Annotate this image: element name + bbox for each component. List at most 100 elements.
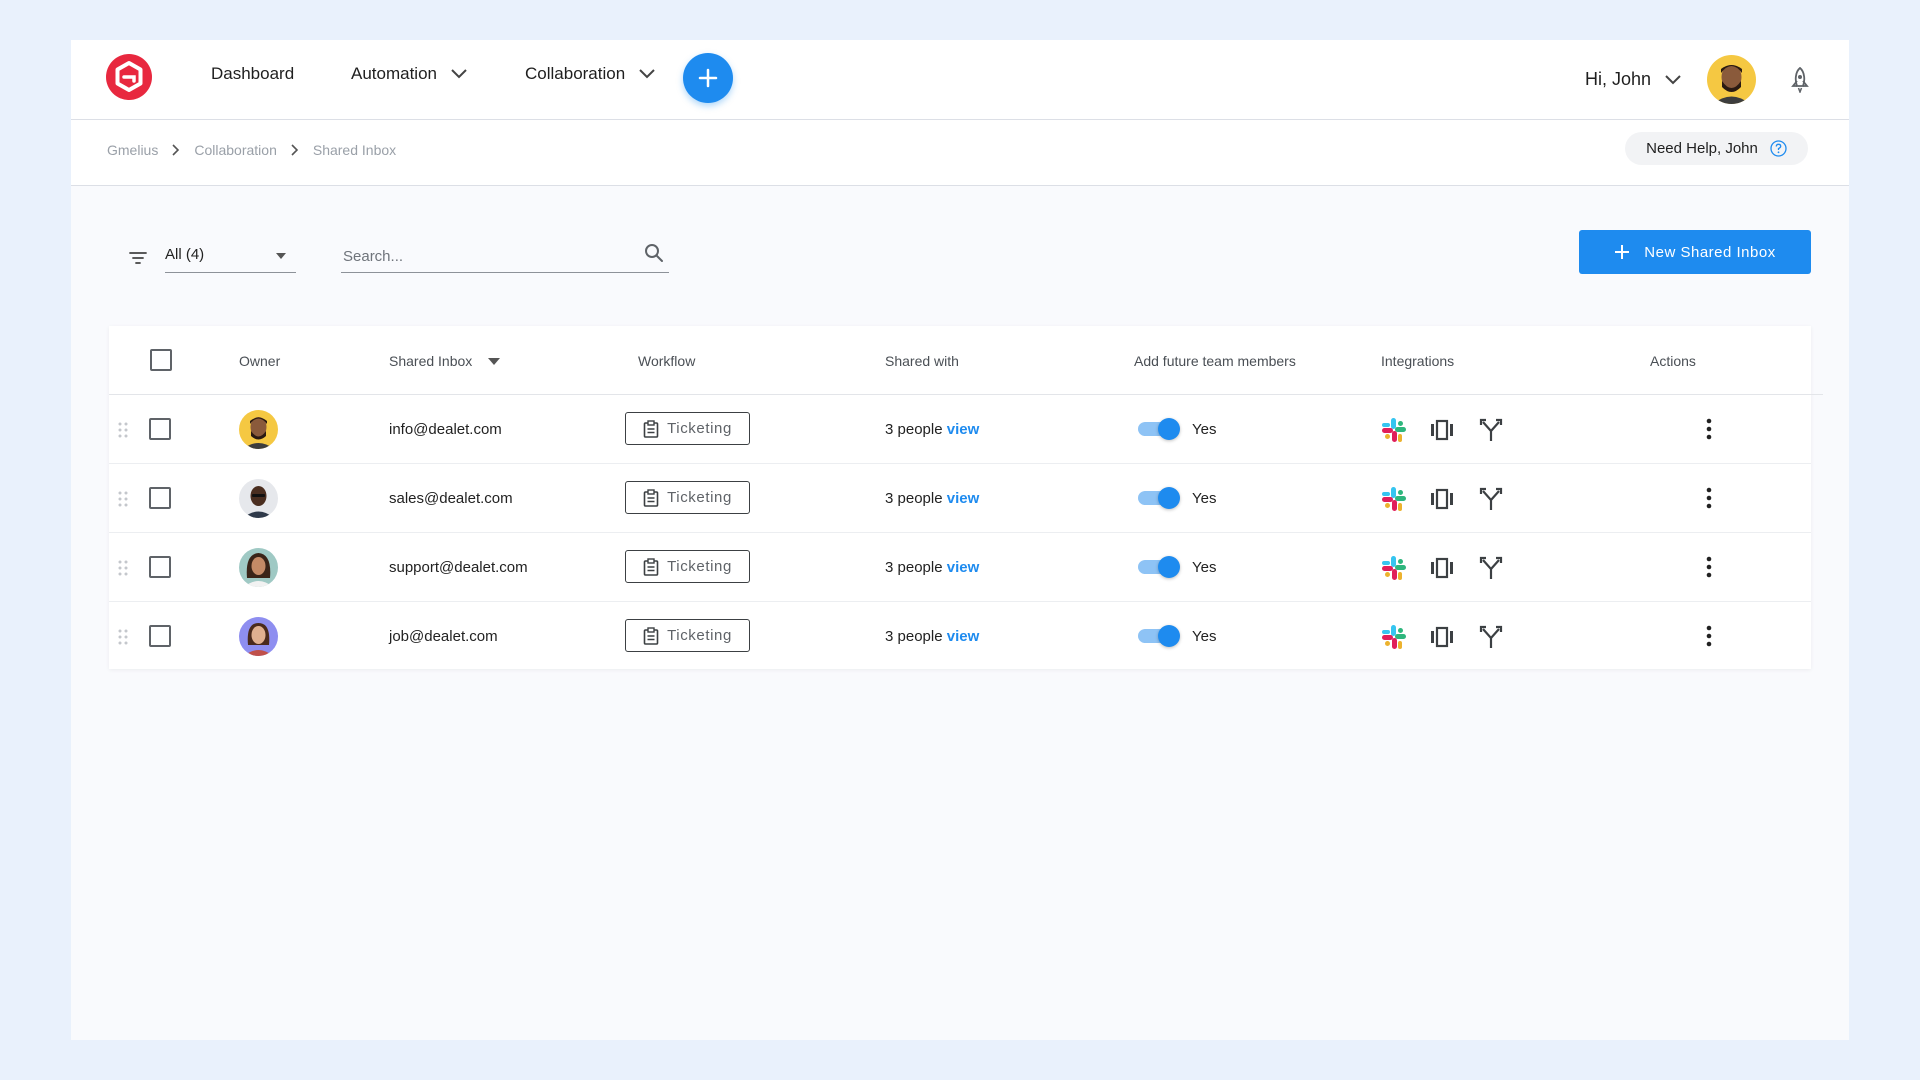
inbox-email[interactable]: sales@dealet.com xyxy=(389,490,513,507)
nav-collaboration-label: Collaboration xyxy=(525,64,626,83)
board-view-icon[interactable] xyxy=(1429,486,1455,512)
header-shared-inbox-label: Shared Inbox xyxy=(389,353,473,369)
view-link[interactable]: view xyxy=(947,490,980,507)
chevron-right-icon xyxy=(291,144,298,156)
drag-handle-icon[interactable] xyxy=(118,629,128,645)
shared-with: 3 people view xyxy=(885,628,979,645)
question-circle-icon xyxy=(1770,140,1787,157)
slack-icon[interactable] xyxy=(1381,555,1407,581)
drag-handle-icon[interactable] xyxy=(118,491,128,507)
rocket-icon[interactable] xyxy=(1788,67,1812,93)
help-button[interactable]: Need Help, John xyxy=(1625,132,1808,165)
workflow-label: Ticketing xyxy=(667,489,732,506)
shared-with: 3 people view xyxy=(885,559,979,576)
header-shared-inbox[interactable]: Shared Inbox xyxy=(389,353,501,369)
shared-with: 3 people view xyxy=(885,490,979,507)
nav-automation[interactable]: Automation xyxy=(351,64,467,84)
slack-icon[interactable] xyxy=(1381,486,1407,512)
table-row[interactable]: job@dealet.com Ticketing 3 people view Y… xyxy=(109,602,1811,670)
row-checkbox[interactable] xyxy=(149,625,171,647)
toggle-knob xyxy=(1158,556,1180,578)
sort-down-icon xyxy=(488,357,501,365)
filter-select[interactable]: All (4) xyxy=(165,238,296,273)
slack-icon[interactable] xyxy=(1381,624,1407,650)
user-avatar[interactable] xyxy=(1707,55,1756,104)
user-menu[interactable]: Hi, John xyxy=(1585,69,1681,90)
view-link[interactable]: view xyxy=(947,628,980,645)
inbox-email[interactable]: job@dealet.com xyxy=(389,628,498,645)
split-route-icon[interactable] xyxy=(1478,555,1504,581)
shared-with: 3 people view xyxy=(885,421,979,438)
select-all-checkbox[interactable] xyxy=(150,349,172,371)
add-future-toggle[interactable] xyxy=(1138,556,1182,578)
table-row[interactable]: support@dealet.com Ticketing 3 people vi… xyxy=(109,533,1811,602)
workflow-tag[interactable]: Ticketing xyxy=(625,412,750,445)
inbox-email[interactable]: info@dealet.com xyxy=(389,421,502,438)
slack-icon[interactable] xyxy=(1381,417,1407,443)
clipboard-icon xyxy=(643,488,659,507)
table-row[interactable]: sales@dealet.com Ticketing 3 people view… xyxy=(109,464,1811,533)
split-route-icon[interactable] xyxy=(1478,624,1504,650)
nav-dashboard[interactable]: Dashboard xyxy=(211,64,294,84)
workflow-tag[interactable]: Ticketing xyxy=(625,481,750,514)
app-window: Dashboard Automation Collaboration Hi, J… xyxy=(71,40,1849,1040)
header-add-future: Add future team members xyxy=(1134,353,1296,369)
drag-handle-icon[interactable] xyxy=(118,560,128,576)
inbox-email[interactable]: support@dealet.com xyxy=(389,559,528,576)
breadcrumb: Gmelius Collaboration Shared Inbox xyxy=(107,142,396,158)
search-icon[interactable] xyxy=(644,243,664,263)
user-greeting: Hi, John xyxy=(1585,69,1652,89)
plus-icon xyxy=(698,68,718,88)
owner-avatar-image xyxy=(239,410,278,449)
drag-handle-icon[interactable] xyxy=(118,422,128,438)
owner-avatar xyxy=(239,479,278,518)
breadcrumb-collaboration[interactable]: Collaboration xyxy=(194,142,277,158)
owner-avatar xyxy=(239,617,278,656)
add-future-value: Yes xyxy=(1192,490,1217,507)
plus-icon xyxy=(1615,245,1630,259)
quick-add-button[interactable] xyxy=(683,53,733,103)
more-vertical-icon[interactable] xyxy=(1706,417,1712,441)
view-link[interactable]: view xyxy=(947,421,980,438)
table-header: Owner Shared Inbox Workflow Shared with … xyxy=(109,326,1823,395)
chevron-down-icon xyxy=(1665,74,1681,84)
search-input[interactable] xyxy=(341,244,635,268)
view-link[interactable]: view xyxy=(947,559,980,576)
owner-avatar xyxy=(239,410,278,449)
row-checkbox[interactable] xyxy=(149,487,171,509)
new-shared-inbox-button[interactable]: New Shared Inbox xyxy=(1579,230,1811,274)
breadcrumb-gmelius[interactable]: Gmelius xyxy=(107,142,158,158)
breadcrumb-bar: Gmelius Collaboration Shared Inbox Need … xyxy=(71,120,1849,186)
split-route-icon[interactable] xyxy=(1478,486,1504,512)
board-view-icon[interactable] xyxy=(1429,624,1455,650)
gmelius-logo-icon[interactable] xyxy=(106,54,152,100)
avatar-image xyxy=(1707,55,1756,104)
filter-select-value: All (4) xyxy=(165,246,205,263)
table-row[interactable]: info@dealet.com Ticketing 3 people view … xyxy=(109,395,1811,464)
nav-collaboration[interactable]: Collaboration xyxy=(525,64,655,84)
chevron-down-icon xyxy=(451,69,467,79)
search-box xyxy=(341,238,669,273)
row-checkbox[interactable] xyxy=(149,556,171,578)
nav-automation-label: Automation xyxy=(351,64,437,83)
workflow-tag[interactable]: Ticketing xyxy=(625,619,750,652)
add-future-toggle[interactable] xyxy=(1138,418,1182,440)
workflow-label: Ticketing xyxy=(667,420,732,437)
split-route-icon[interactable] xyxy=(1478,417,1504,443)
board-view-icon[interactable] xyxy=(1429,417,1455,443)
more-vertical-icon[interactable] xyxy=(1706,555,1712,579)
more-vertical-icon[interactable] xyxy=(1706,486,1712,510)
board-view-icon[interactable] xyxy=(1429,555,1455,581)
row-checkbox[interactable] xyxy=(149,418,171,440)
owner-avatar xyxy=(239,548,278,587)
more-vertical-icon[interactable] xyxy=(1706,624,1712,648)
shared-count: 3 people xyxy=(885,490,943,507)
header-owner: Owner xyxy=(239,353,281,369)
chevron-down-icon xyxy=(639,69,655,79)
filter-icon[interactable] xyxy=(129,251,147,265)
workflow-tag[interactable]: Ticketing xyxy=(625,550,750,583)
add-future-toggle[interactable] xyxy=(1138,625,1182,647)
top-navigation: Dashboard Automation Collaboration Hi, J… xyxy=(71,40,1849,120)
add-future-toggle[interactable] xyxy=(1138,487,1182,509)
toggle-knob xyxy=(1158,625,1180,647)
